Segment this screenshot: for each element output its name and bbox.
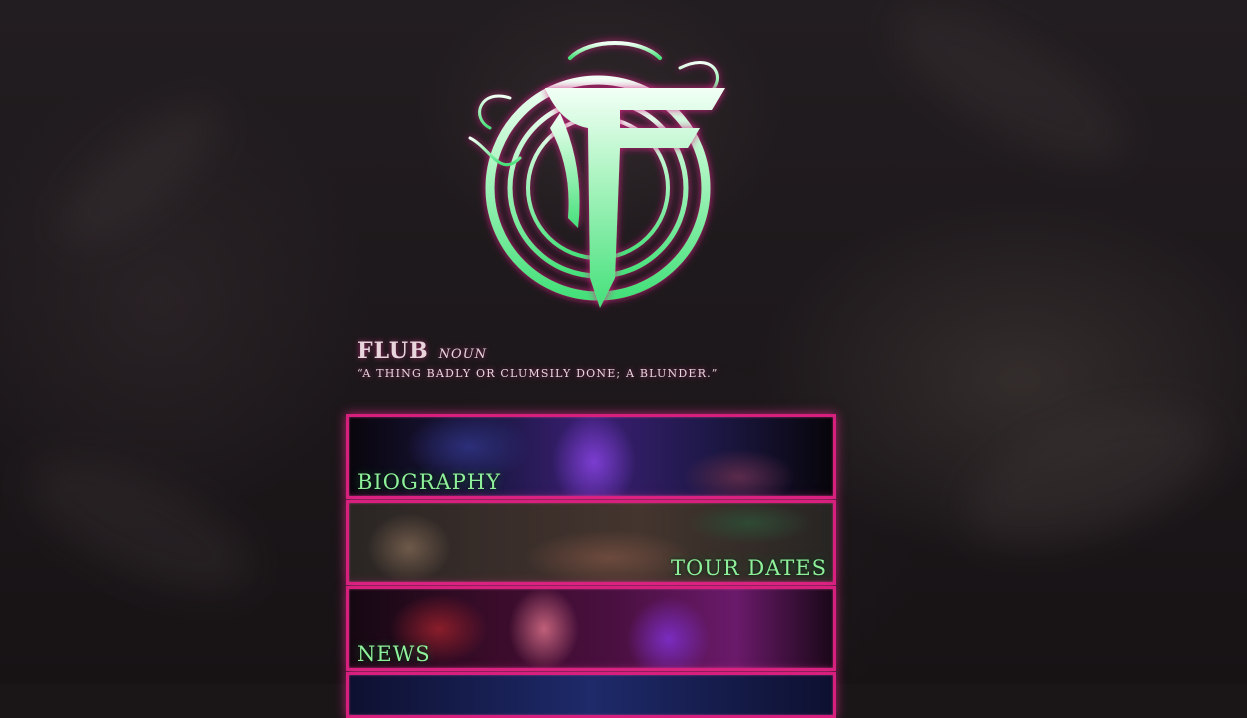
definition-word: FLUB bbox=[357, 338, 429, 364]
tour-dates-banner-link[interactable]: TOUR DATES bbox=[346, 500, 836, 585]
news-banner-link[interactable]: NEWS bbox=[346, 586, 836, 671]
band-logo-icon bbox=[468, 41, 725, 308]
definition-text: “A thing badly or clumsily done; a blund… bbox=[357, 367, 719, 380]
news-label: NEWS bbox=[357, 642, 431, 666]
tour-dates-label: TOUR DATES bbox=[671, 556, 827, 580]
flub-definition: FLUB NOUN “A thing badly or clumsily don… bbox=[357, 338, 777, 380]
definition-part-of-speech: NOUN bbox=[438, 347, 488, 362]
biography-label: BIOGRAPHY bbox=[357, 470, 502, 494]
biography-banner-link[interactable]: BIOGRAPHY bbox=[346, 414, 836, 499]
next-banner-link[interactable] bbox=[346, 672, 836, 718]
